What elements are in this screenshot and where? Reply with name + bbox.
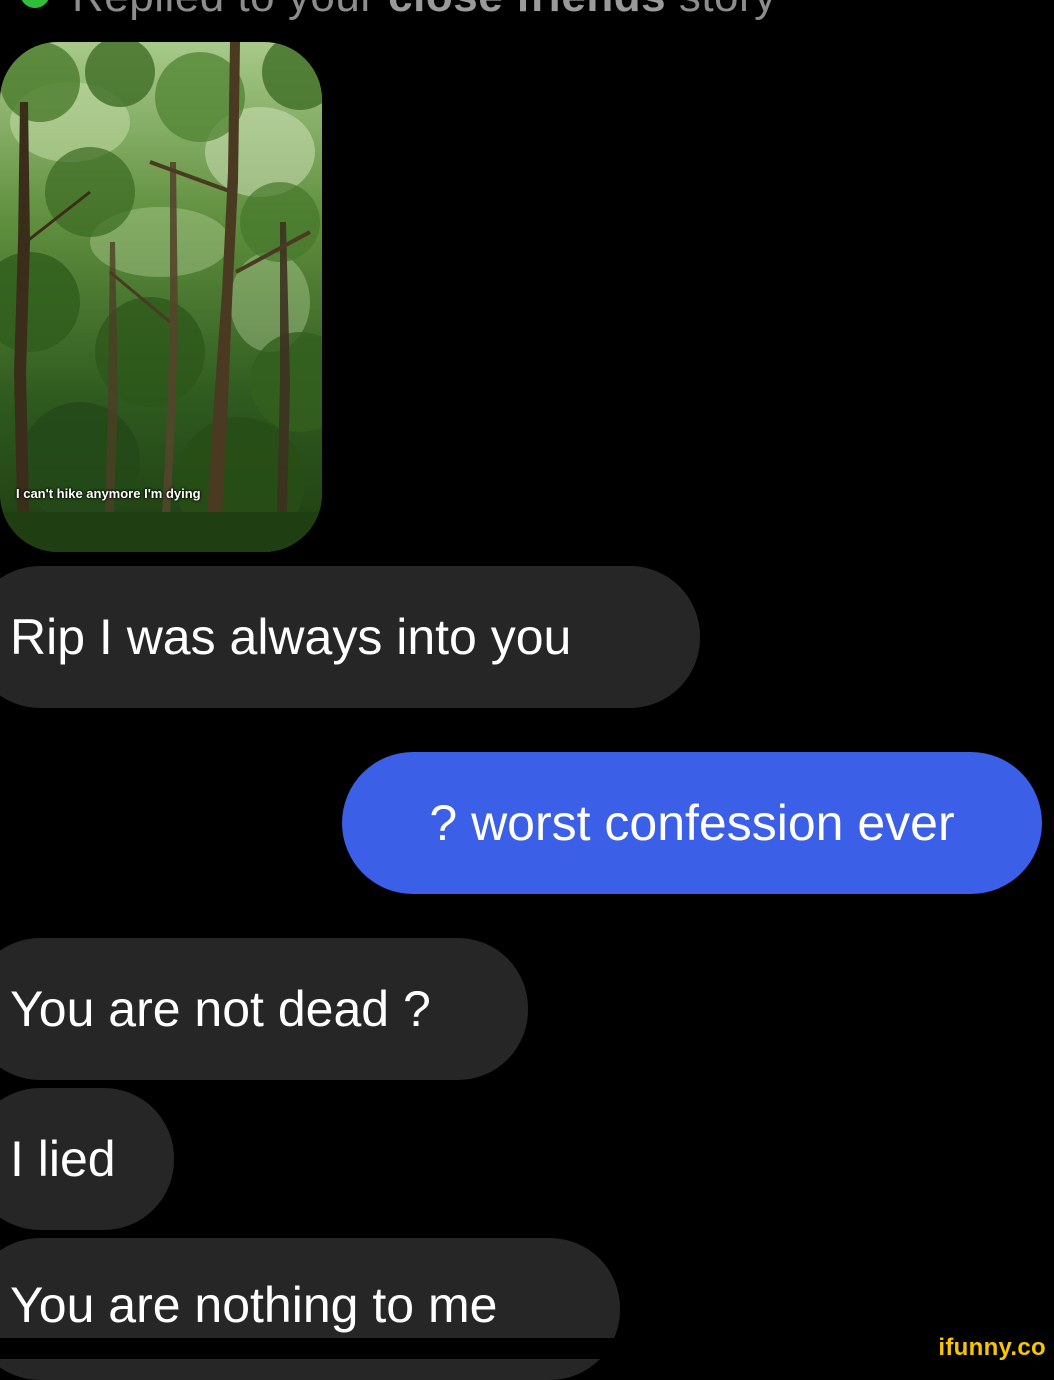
bottom-strip — [0, 1338, 1054, 1359]
close-friends-label: close friends — [388, 0, 666, 21]
story-reply-label: Replied to your close friends story — [72, 0, 777, 22]
message-text: You are nothing to me — [10, 1277, 498, 1333]
forest-photo — [0, 42, 322, 552]
story-thumbnail[interactable]: I can't hike anymore I'm dying — [0, 42, 322, 552]
message-bubble-outgoing[interactable]: ? worst confession ever — [342, 752, 1042, 894]
message-bubble-incoming[interactable]: I lied — [0, 1088, 174, 1230]
star-icon: ★ — [20, 0, 50, 8]
reply-suffix: story — [666, 0, 777, 21]
reply-prefix: Replied to your — [72, 0, 388, 21]
watermark-logo: ifunny.co — [938, 1334, 1046, 1361]
message-bubble-incoming[interactable]: You are not dead ? — [0, 938, 528, 1080]
message-text: Rip I was always into you — [10, 609, 572, 665]
message-text: You are not dead ? — [10, 981, 431, 1037]
story-caption: I can't hike anymore I'm dying — [16, 486, 201, 501]
message-bubble-incoming[interactable]: Rip I was always into you — [0, 566, 700, 708]
story-reply-header: ★ Replied to your close friends story — [0, 0, 1054, 28]
message-text: I lied — [10, 1131, 116, 1187]
message-text: ? worst confession ever — [429, 795, 955, 851]
